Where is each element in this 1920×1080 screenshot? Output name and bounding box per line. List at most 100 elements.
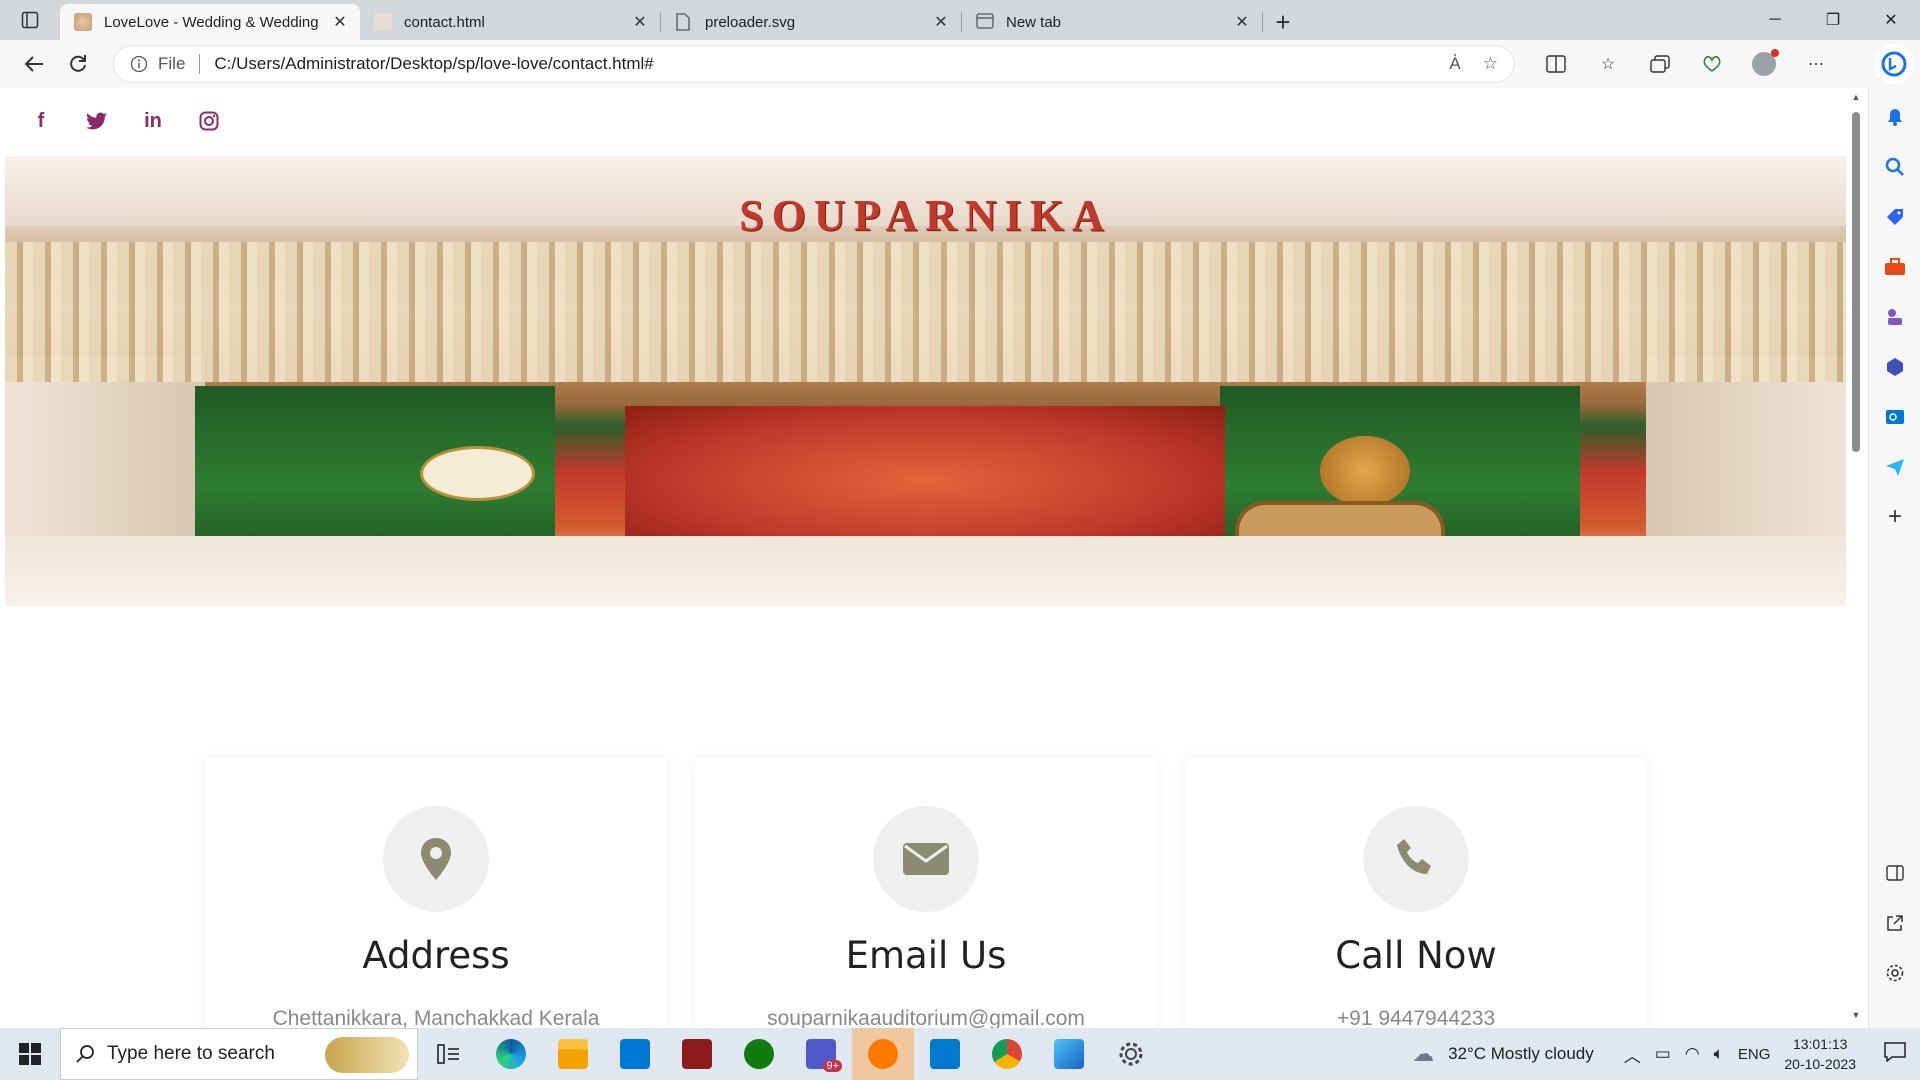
windows-taskbar: Type here to search 9+ ☁ 32°C Mostly clo… xyxy=(0,1028,1920,1080)
toolbar-actions: ☆ ⋯ xyxy=(1534,44,1838,84)
minimize-icon[interactable]: ─ xyxy=(1746,0,1804,40)
read-aloud-icon[interactable]: A᷾ xyxy=(1449,54,1460,74)
more-options-icon[interactable]: ⋯ xyxy=(1794,44,1838,84)
address-card: Address Chettanikkara, Manchakkad Kerala xyxy=(205,758,667,1028)
teams-badge: 9+ xyxy=(823,1060,842,1072)
weather-cloud-icon[interactable]: ☁ xyxy=(1412,1041,1434,1067)
scroll-up-icon[interactable]: ▲ xyxy=(1850,92,1862,104)
tab-preloader[interactable]: preloader.svg ✕ xyxy=(661,4,961,40)
tab-contact[interactable]: contact.html ✕ xyxy=(360,4,660,40)
collections-icon[interactable] xyxy=(1638,44,1682,84)
microsoft-365-icon[interactable] xyxy=(1869,342,1920,392)
close-tab-icon[interactable]: ✕ xyxy=(931,12,951,32)
games-icon[interactable] xyxy=(1869,292,1920,342)
split-screen-icon[interactable] xyxy=(1534,44,1578,84)
tab-lovelove[interactable]: LoveLove - Wedding & Wedding ✕ xyxy=(60,4,360,40)
tab-title: preloader.svg xyxy=(705,13,796,31)
battery-icon[interactable]: ▭ xyxy=(1655,1044,1671,1064)
page-viewport: f in SOUPARNIKA Address Chettanikkara, M… xyxy=(0,88,1868,1028)
tab-actions-button[interactable] xyxy=(0,0,60,40)
favorite-star-icon[interactable]: ☆ xyxy=(1483,54,1498,74)
notifications-bell-icon[interactable] xyxy=(1869,92,1920,142)
settings-gear-icon[interactable] xyxy=(1100,1028,1162,1080)
close-window-icon[interactable]: ✕ xyxy=(1862,0,1920,40)
new-tab-button[interactable]: + xyxy=(1263,4,1303,40)
tools-briefcase-icon[interactable] xyxy=(1869,242,1920,292)
tab-new-tab[interactable]: New tab ✕ xyxy=(962,4,1262,40)
bing-copilot-icon xyxy=(1881,51,1907,77)
vertical-scrollbar[interactable]: ▲ ▼ xyxy=(1850,92,1862,1022)
icon-circle xyxy=(383,806,489,912)
external-link-icon[interactable] xyxy=(1869,898,1920,948)
envelope-icon xyxy=(903,843,949,875)
search-placeholder: Type here to search xyxy=(107,1043,275,1064)
chrome-icon[interactable] xyxy=(976,1028,1038,1080)
show-hidden-icons-chevron-icon[interactable]: ︿ xyxy=(1624,1042,1641,1067)
volume-icon[interactable]: 🔈︎ xyxy=(1714,1044,1724,1064)
hero-ganesha-ornament xyxy=(1320,436,1410,506)
edge-app-icon[interactable] xyxy=(480,1028,542,1080)
wedding-favicon-icon xyxy=(374,13,392,31)
browser-essentials-icon[interactable] xyxy=(1690,44,1734,84)
close-tab-icon[interactable]: ✕ xyxy=(1232,12,1252,32)
profile-avatar-icon[interactable] xyxy=(1742,44,1786,84)
tab-title: contact.html xyxy=(404,13,485,31)
email-card: Email Us souparnikaauditorium@gmail.com xyxy=(695,758,1157,1028)
url-text[interactable]: C:/Users/Administrator/Desktop/sp/love-l… xyxy=(214,54,1449,74)
document-icon xyxy=(675,13,693,31)
search-highlight-image xyxy=(325,1037,409,1073)
notification-center-icon[interactable] xyxy=(1884,1041,1906,1067)
add-sidebar-app-icon[interactable]: + xyxy=(1869,492,1920,542)
language-indicator[interactable]: ENG xyxy=(1738,1046,1771,1063)
close-tab-icon[interactable]: ✕ xyxy=(630,12,650,32)
new-tab-page-icon xyxy=(976,13,994,31)
file-explorer-icon[interactable] xyxy=(542,1028,604,1080)
sidebar-settings-gear-icon[interactable] xyxy=(1869,948,1920,998)
outlook-icon[interactable] xyxy=(1869,392,1920,442)
card-title: Call Now xyxy=(1335,934,1497,977)
xbox-icon[interactable] xyxy=(728,1028,790,1080)
avast-app-icon[interactable] xyxy=(852,1028,914,1080)
card-title: Email Us xyxy=(845,934,1007,977)
mail-app-icon[interactable] xyxy=(604,1028,666,1080)
shopping-tag-icon[interactable] xyxy=(1869,192,1920,242)
clock-date: 20-10-2023 xyxy=(1784,1056,1856,1072)
card-text: Chettanikkara, Manchakkad Kerala xyxy=(272,1007,600,1028)
twitter-icon[interactable] xyxy=(84,108,110,134)
info-icon[interactable] xyxy=(130,55,148,73)
facebook-icon[interactable]: f xyxy=(28,108,54,134)
system-tray: ☁ 32°C Mostly cloudy ︿ ▭ ◠ 🔈︎ ENG 13:01:… xyxy=(1412,1028,1920,1080)
task-view-icon[interactable] xyxy=(418,1028,480,1080)
taskbar-clock[interactable]: 13:01:13 20-10-2023 xyxy=(1784,1034,1856,1074)
icon-circle xyxy=(1363,806,1469,912)
bing-copilot-button[interactable] xyxy=(1874,44,1914,84)
hero-banner-image: SOUPARNIKA xyxy=(5,156,1846,606)
address-bar[interactable]: File C:/Users/Administrator/Desktop/sp/l… xyxy=(114,46,1514,82)
wifi-icon[interactable]: ◠ xyxy=(1685,1044,1700,1064)
windows-start-button[interactable] xyxy=(0,1028,60,1080)
refresh-icon xyxy=(70,55,86,72)
card-title: Address xyxy=(362,934,510,977)
file-scheme-label: File xyxy=(158,54,186,73)
hero-sign-text: SOUPARNIKA xyxy=(739,191,1112,240)
back-arrow-icon xyxy=(24,56,43,72)
taskbar-search-box[interactable]: Type here to search xyxy=(60,1028,418,1080)
linkedin-icon[interactable]: in xyxy=(140,108,166,134)
refresh-button[interactable] xyxy=(56,44,100,84)
weather-text[interactable]: 32°C Mostly cloudy xyxy=(1448,1044,1594,1064)
favorites-icon[interactable]: ☆ xyxy=(1586,44,1630,84)
photos-app-icon[interactable] xyxy=(1038,1028,1100,1080)
scroll-thumb[interactable] xyxy=(1852,112,1860,452)
media-app-icon[interactable] xyxy=(666,1028,728,1080)
vscode-icon[interactable] xyxy=(914,1028,976,1080)
phone-card: Call Now +91 9447944233 xyxy=(1185,758,1647,1028)
scroll-down-icon[interactable]: ▼ xyxy=(1850,1010,1862,1022)
close-tab-icon[interactable]: ✕ xyxy=(330,12,350,32)
teams-icon[interactable]: 9+ xyxy=(790,1028,852,1080)
search-icon[interactable] xyxy=(1869,142,1920,192)
hide-sidebar-icon[interactable] xyxy=(1869,848,1920,898)
back-button[interactable] xyxy=(12,44,56,84)
restore-icon[interactable]: ❐ xyxy=(1804,0,1862,40)
send-icon[interactable] xyxy=(1869,442,1920,492)
instagram-icon[interactable] xyxy=(196,108,222,134)
